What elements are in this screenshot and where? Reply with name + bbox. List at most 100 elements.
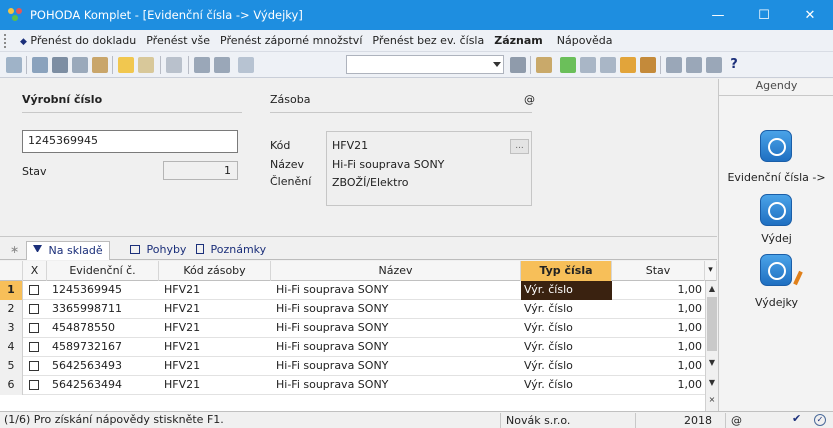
cell-kod: HFV21 <box>164 321 201 334</box>
column-header-evidencni[interactable]: Evidenční č. <box>47 261 159 281</box>
window-icon[interactable] <box>706 57 722 73</box>
new-record-icon[interactable]: ∗ <box>4 241 25 260</box>
status-at-icon[interactable]: @ <box>725 413 785 428</box>
status-check-icon: ✔ <box>792 412 802 425</box>
stav-value: 1 <box>163 161 238 180</box>
tab-poznamky[interactable]: Poznámky <box>190 241 272 260</box>
save-all-icon[interactable] <box>214 57 230 73</box>
window-icon[interactable] <box>666 57 682 73</box>
print-icon[interactable] <box>52 57 68 73</box>
cell-evidencni: 4589732167 <box>52 340 122 353</box>
column-header-x[interactable]: X <box>23 261 47 281</box>
table-icon <box>130 245 140 254</box>
vyrobni-cislo-label: Výrobní číslo <box>22 93 103 106</box>
scroll-down-icon[interactable]: ▼ <box>706 357 718 369</box>
settings-icon[interactable] <box>560 57 576 73</box>
paste-icon[interactable] <box>238 57 254 73</box>
table-row[interactable]: 4 4589732167 HFV21 Hi-Fi souprava SONY V… <box>0 338 705 357</box>
toolbar-separator <box>26 56 27 74</box>
close-button[interactable]: ✕ <box>787 0 833 30</box>
list-icon[interactable] <box>600 57 616 73</box>
status-company: Novák s.r.o. <box>500 413 635 428</box>
table-row[interactable]: 1 1245369945 HFV21 Hi-Fi souprava SONY V… <box>0 281 705 300</box>
kod-value: HFV21 <box>332 139 369 152</box>
cell-kod: HFV21 <box>164 378 201 391</box>
export-icon[interactable] <box>92 57 108 73</box>
toolbar-combo[interactable] <box>346 55 504 74</box>
row-checkbox[interactable] <box>29 323 39 333</box>
agenda-icon[interactable] <box>760 130 792 162</box>
delete-icon[interactable] <box>166 57 182 73</box>
preview-icon[interactable] <box>72 57 88 73</box>
agenda-item-vydej[interactable]: Výdej <box>719 232 833 245</box>
cell-nazev: Hi-Fi souprava SONY <box>276 378 389 391</box>
column-header-typ[interactable]: Typ čísla <box>521 261 612 281</box>
agenda-icon[interactable] <box>760 194 792 226</box>
menu-item-zaznam[interactable]: Záznam <box>494 34 543 47</box>
bank-icon[interactable] <box>640 57 656 73</box>
cell-kod: HFV21 <box>164 283 201 296</box>
row-checkbox[interactable] <box>29 285 39 295</box>
cell-evidencni: 5642563493 <box>52 359 122 372</box>
scroll-close-icon[interactable]: × <box>706 394 718 406</box>
window-icon[interactable] <box>686 57 702 73</box>
calc-icon[interactable] <box>536 57 552 73</box>
maximize-button[interactable]: ☐ <box>741 0 787 30</box>
table-row[interactable]: 5 5642563493 HFV21 Hi-Fi souprava SONY V… <box>0 357 705 376</box>
edit-icon[interactable] <box>138 57 154 73</box>
nazev-value: Hi-Fi souprava SONY <box>332 158 445 171</box>
browse-button[interactable]: ... <box>510 139 529 154</box>
vyrobni-cislo-field[interactable]: 1245369945 <box>22 130 238 153</box>
table-row[interactable]: 3 454878550 HFV21 Hi-Fi souprava SONY Vý… <box>0 319 705 338</box>
cell-stav: 1,00 <box>677 378 703 391</box>
grip-handle[interactable] <box>4 33 14 48</box>
back-icon[interactable] <box>6 57 22 73</box>
tab-label: Na skladě <box>48 244 103 257</box>
menu-item-prenest-do-dokladu[interactable]: ◆ Přenést do dokladu <box>20 34 136 47</box>
agenda-icon[interactable] <box>760 254 792 286</box>
toolbar: ? <box>0 52 833 78</box>
menu-item-napoveda[interactable]: Nápověda <box>557 34 613 47</box>
row-number: 1 <box>0 281 23 300</box>
menu-item-prenest-zaporne[interactable]: Přenést záporné množství <box>220 34 362 47</box>
cell-kod: HFV21 <box>164 302 201 315</box>
vertical-scrollbar[interactable]: ▲ ▼ ▼ × <box>705 281 717 411</box>
tab-pohyby[interactable]: Pohyby <box>124 241 192 260</box>
cell-typ[interactable]: Výr. číslo <box>521 281 612 300</box>
filter-icon[interactable] <box>510 57 526 73</box>
table-icon[interactable] <box>580 57 596 73</box>
help-icon[interactable]: ? <box>724 57 744 73</box>
cell-kod: HFV21 <box>164 359 201 372</box>
scroll-up-icon[interactable]: ▲ <box>706 283 718 295</box>
note-icon <box>196 244 204 254</box>
toolbar-separator <box>112 56 113 74</box>
scroll-thumb[interactable] <box>707 297 717 351</box>
table-row[interactable]: 2 3365998711 HFV21 Hi-Fi souprava SONY V… <box>0 300 705 319</box>
at-icon[interactable]: @ <box>524 93 535 106</box>
users-icon[interactable] <box>620 57 636 73</box>
menu-item-prenest-bez-ev-cisla[interactable]: Přenést bez ev. čísla <box>372 34 484 47</box>
row-checkbox[interactable] <box>29 304 39 314</box>
cell-nazev: Hi-Fi souprava SONY <box>276 302 389 315</box>
new-icon[interactable] <box>118 57 134 73</box>
cell-typ: Výr. číslo <box>524 378 573 391</box>
table-row[interactable]: 6 5642563494 HFV21 Hi-Fi souprava SONY V… <box>0 376 705 395</box>
column-chooser-icon[interactable]: ▾ <box>705 261 717 281</box>
scroll-end-icon[interactable]: ▼ <box>706 377 718 389</box>
tab-na-sklade[interactable]: Na skladě <box>26 241 110 260</box>
agenda-item-evidencni-cisla[interactable]: Evidenční čísla -> <box>719 171 833 184</box>
column-header-nazev[interactable]: Název <box>271 261 521 281</box>
row-checkbox[interactable] <box>29 380 39 390</box>
agenda-item-vydejky[interactable]: Výdejky <box>719 296 833 309</box>
window-title: POHODA Komplet - [Evidenční čísla -> Výd… <box>30 8 303 22</box>
row-checkbox[interactable] <box>29 361 39 371</box>
save-icon[interactable] <box>194 57 210 73</box>
minimize-button[interactable]: — <box>695 0 741 30</box>
tab-label: Poznámky <box>210 243 267 256</box>
menu-item-prenest-vse[interactable]: Přenést vše <box>146 34 210 47</box>
copy-icon[interactable] <box>32 57 48 73</box>
row-checkbox[interactable] <box>29 342 39 352</box>
column-header-stav[interactable]: Stav <box>612 261 705 281</box>
cell-evidencni: 3365998711 <box>52 302 122 315</box>
column-header-kod[interactable]: Kód zásoby <box>159 261 271 281</box>
